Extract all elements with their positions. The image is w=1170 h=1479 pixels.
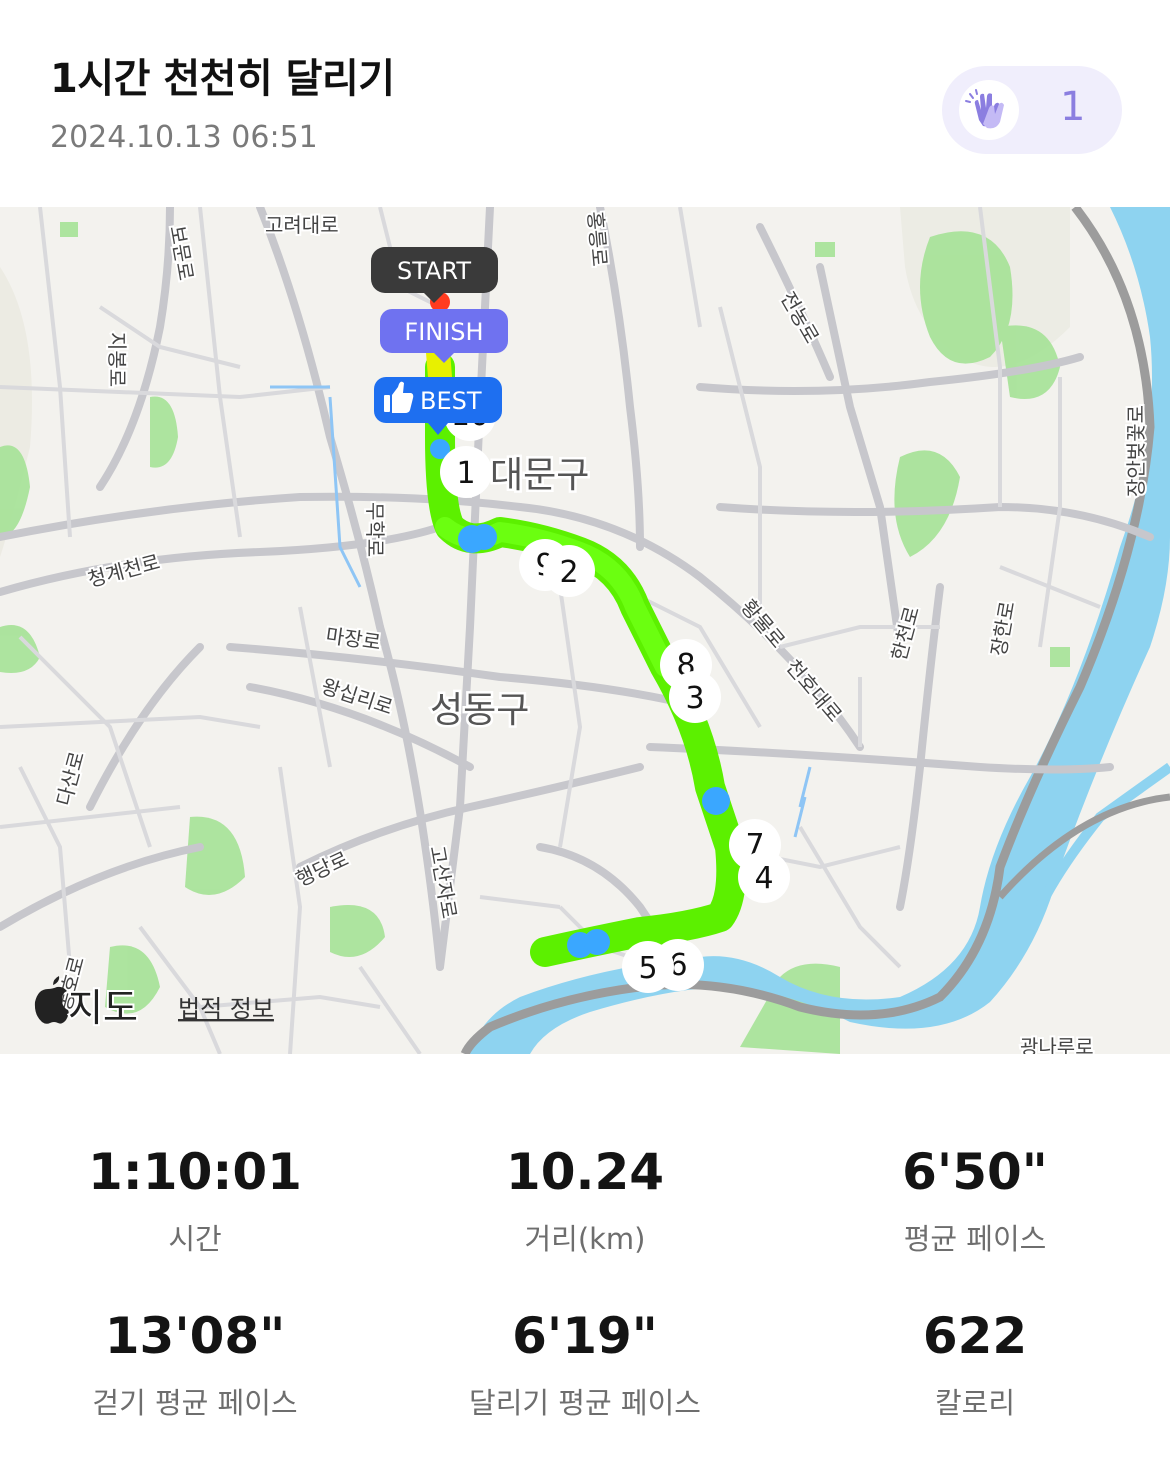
stat-label: 시간 — [168, 1222, 222, 1256]
km-marker-label: 4 — [754, 861, 773, 896]
km-marker-label: 3 — [685, 681, 704, 716]
finish-label: FINISH — [404, 318, 483, 346]
stat-label: 걷기 평균 페이스 — [92, 1386, 298, 1420]
clapping-hands-icon — [965, 89, 1004, 129]
road-label: 다산로 — [52, 749, 89, 809]
road-label: 무학로 — [363, 502, 387, 557]
road-label: 장안벚꽃로 — [1124, 405, 1148, 497]
km-marker[interactable]: 2 — [543, 545, 595, 597]
km-marker-label: 2 — [559, 555, 578, 590]
activity-stats: 1:10:01 시간 10.24 거리(km) 6'50" 평균 페이스 13'… — [0, 1054, 1170, 1479]
road-label: 고려대로 — [265, 213, 339, 237]
stat-value: 622 — [922, 1307, 1028, 1365]
road-label: 청계천로 — [85, 550, 162, 592]
map-provider-label: 지도 — [68, 986, 138, 1030]
road-label: 전농로 — [776, 288, 824, 348]
stat-calories: 622 칼로리 — [780, 1306, 1170, 1422]
stat-label: 평균 페이스 — [903, 1222, 1047, 1256]
road-label: 장한로 — [986, 599, 1019, 658]
km-marker[interactable]: 5 — [622, 941, 674, 993]
stat-value: 6'19" — [512, 1307, 658, 1365]
road-label: 천호대로 — [781, 655, 847, 727]
km-marker[interactable]: 1 — [440, 446, 492, 498]
road-label: 마장로 — [324, 623, 382, 654]
stat-value: 1:10:01 — [88, 1143, 302, 1201]
km-marker-label: 5 — [638, 951, 657, 986]
stat-walk-pace: 13'08" 걷기 평균 페이스 — [0, 1306, 390, 1422]
km-marker[interactable]: 3 — [669, 671, 721, 723]
activity-datetime: 2024.10.13 06:51 — [50, 120, 318, 155]
best-label: BEST — [420, 387, 482, 415]
district-label: 대문구 — [490, 455, 589, 496]
stat-value: 13'08" — [104, 1307, 286, 1365]
stat-duration: 1:10:01 시간 — [0, 1142, 390, 1258]
stat-distance: 10.24 거리(km) — [390, 1142, 780, 1258]
route-map[interactable]: 고려대로 보문로 지봉로 청계천로 마장로 왕십리로 무학로 다산로 행당로 고… — [0, 207, 1170, 1054]
clap-button[interactable]: 1 — [942, 66, 1122, 154]
map-canvas: 고려대로 보문로 지봉로 청계천로 마장로 왕십리로 무학로 다산로 행당로 고… — [0, 207, 1170, 1054]
road-label: 광나루로 — [1020, 1035, 1094, 1054]
stat-label: 거리(km) — [524, 1222, 646, 1256]
start-badge[interactable]: START — [371, 247, 498, 303]
stat-avg-pace: 6'50" 평균 페이스 — [780, 1142, 1170, 1258]
stat-run-pace: 6'19" 달리기 평균 페이스 — [390, 1306, 780, 1422]
stat-label: 달리기 평균 페이스 — [469, 1386, 701, 1420]
stat-value: 6'50" — [902, 1143, 1048, 1201]
finish-badge[interactable]: FINISH — [380, 309, 508, 363]
waterway — [793, 766, 812, 838]
district-label: 성동구 — [430, 690, 529, 731]
clap-icon-wrapper — [959, 80, 1019, 140]
stat-label: 칼로리 — [934, 1386, 1016, 1420]
activity-header: 1시간 천천히 달리기 2024.10.13 06:51 1 — [0, 0, 1170, 207]
road-label: 지봉로 — [105, 332, 129, 387]
clap-count: 1 — [1060, 84, 1086, 130]
km-marker[interactable]: 4 — [738, 851, 790, 903]
stat-value: 10.24 — [505, 1143, 665, 1201]
legal-info-link[interactable]: 법적 정보 — [178, 995, 274, 1023]
km-marker-label: 1 — [456, 456, 475, 491]
activity-title: 1시간 천천히 달리기 — [50, 56, 395, 102]
road-label: 홍릉로 — [583, 210, 612, 267]
road-label: 황물로 — [736, 595, 790, 653]
start-label: START — [397, 257, 471, 285]
